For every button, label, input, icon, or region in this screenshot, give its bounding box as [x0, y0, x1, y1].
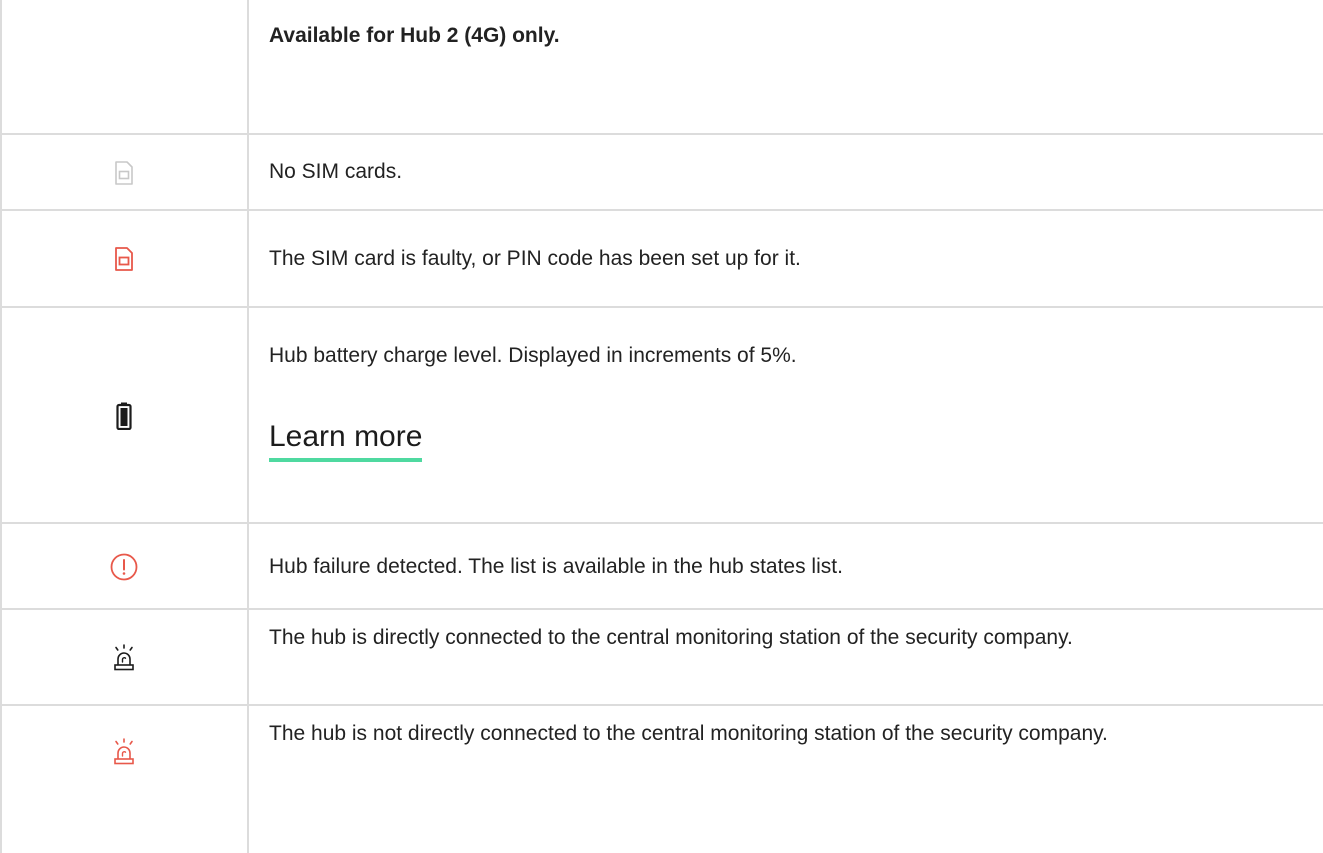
sim-card-faulty-icon	[114, 247, 134, 271]
row-description: Hub battery charge level. Displayed in i…	[269, 344, 797, 367]
table-row: Available for Hub 2 (4G) only.	[0, 0, 1323, 134]
table-row: The hub is directly connected to the cen…	[0, 610, 1323, 705]
icon-cell	[0, 706, 247, 798]
availability-note: Available for Hub 2 (4G) only.	[269, 24, 560, 47]
table-row: Hub failure detected. The list is availa…	[0, 524, 1323, 609]
table-row: The SIM card is faulty, or PIN code has …	[0, 211, 1323, 307]
learn-more-link[interactable]: Learn more	[269, 418, 423, 462]
siren-disconnected-icon	[111, 738, 137, 766]
row-description: The hub is not directly connected to the…	[269, 722, 1108, 745]
siren-connected-icon	[111, 643, 137, 672]
sim-card-empty-icon	[114, 160, 134, 185]
icon-cell	[0, 211, 247, 307]
row-description: The hub is directly connected to the cen…	[269, 626, 1073, 649]
table-row: Hub battery charge level. Displayed in i…	[0, 308, 1323, 523]
learn-more-wrapper: Learn more	[269, 418, 423, 462]
icon-cell	[0, 308, 247, 523]
battery-icon	[115, 402, 132, 430]
icon-cell	[0, 135, 247, 210]
row-description: The SIM card is faulty, or PIN code has …	[269, 247, 801, 270]
row-description: Hub failure detected. The list is availa…	[269, 555, 843, 578]
failure-exclamation-icon	[110, 553, 138, 581]
row-description: No SIM cards.	[269, 160, 403, 183]
icon-cell	[0, 610, 247, 705]
table-row: No SIM cards.	[0, 135, 1323, 210]
icon-cell	[0, 524, 247, 609]
table-row: The hub is not directly connected to the…	[0, 706, 1323, 853]
